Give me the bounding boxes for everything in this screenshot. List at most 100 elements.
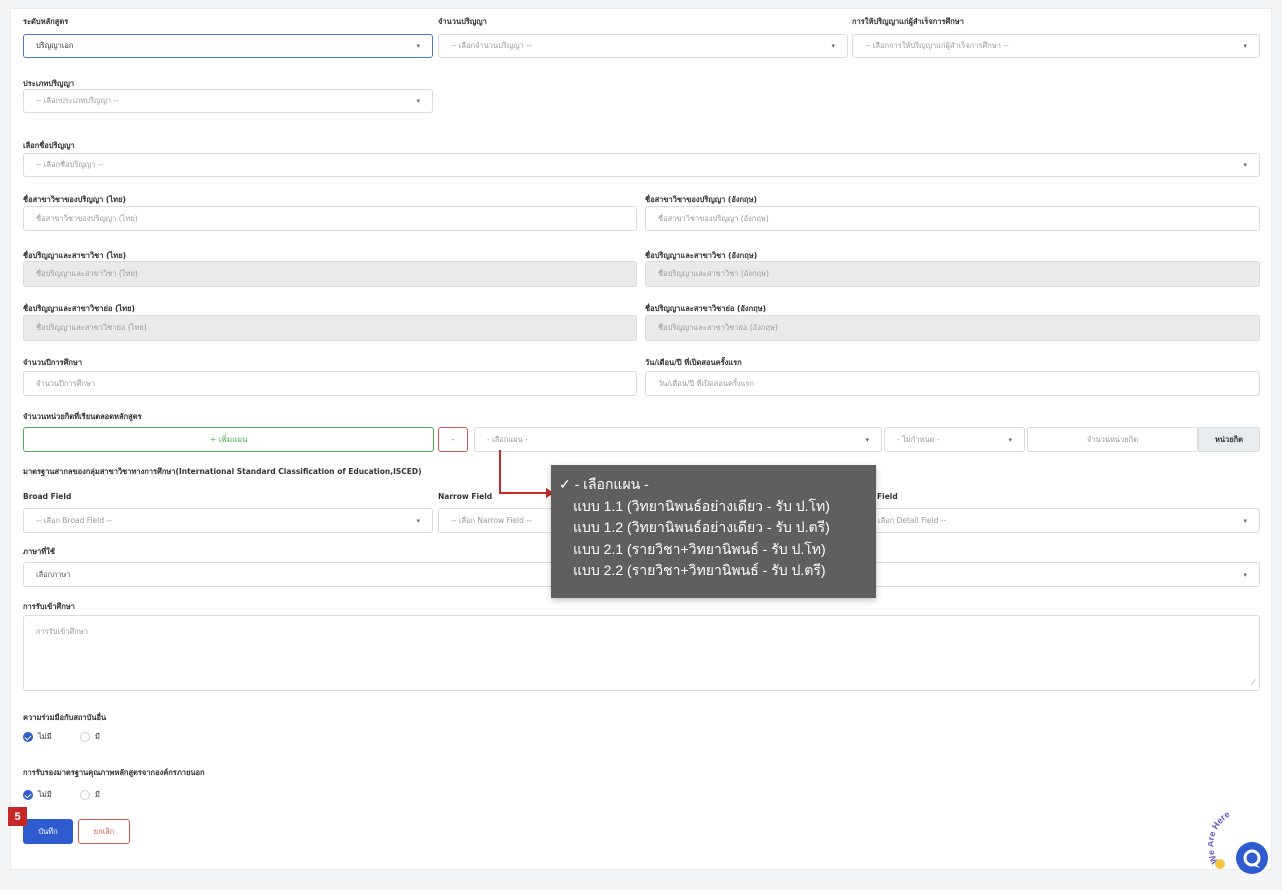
resize-handle-icon[interactable]: ⟋: [1250, 678, 1256, 688]
degree-name-select[interactable]: -- เลือกชื่อปริญญา -- ▾: [23, 153, 1260, 177]
degree-type-placeholder: -- เลือกประเภทปริญญา --: [36, 96, 119, 105]
chevron-down-icon: ▾: [1008, 435, 1012, 444]
course-level-value: ปริญญาเอก: [36, 41, 74, 50]
language-value: เลือกภาษา: [36, 569, 71, 579]
major-en-input[interactable]: ชื่อสาขาวิชาของปริญญา (อังกฤษ): [645, 206, 1260, 231]
chevron-down-icon: ▾: [416, 516, 420, 525]
credit-unit-addon: หน่วยกิต: [1198, 427, 1260, 452]
degree-award-select[interactable]: -- เลือกการให้ปริญญาแก่ผู้สำเร็จการศึกษา…: [852, 34, 1260, 58]
annotation-arrow: [499, 450, 554, 498]
step-badge: 5: [8, 807, 27, 826]
annotation-arrow-line: [499, 450, 546, 494]
degree-abbr-th-input: ชื่อปริญญาและสาขาวิชาย่อ (ไทย): [23, 315, 637, 341]
degree-major-th-input: ชื่อปริญญาและสาขาวิชา (ไทย): [23, 261, 637, 287]
specialization-placeholder: - ไม่กำหนด -: [897, 434, 940, 444]
degree-count-placeholder: -- เลือกจำนวนปริญญา --: [451, 41, 532, 50]
degree-major-en-input: ชื่อปริญญาและสาขาวิชา (อังกฤษ): [645, 261, 1260, 287]
admission-label: การรับเข้าศึกษา: [23, 602, 75, 611]
certification-option-no[interactable]: ไม่มี: [23, 789, 52, 801]
chevron-down-icon: ▾: [416, 42, 420, 50]
chevron-down-icon: ▾: [1243, 570, 1247, 579]
course-level-label: ระดับหลักสูตร: [23, 17, 69, 26]
major-th-input[interactable]: ชื่อสาขาวิชาของปริญญา (ไทย): [23, 206, 637, 231]
chevron-down-icon: ▾: [865, 435, 869, 444]
credits-placeholder: จำนวนหน่วยกิต: [1086, 434, 1139, 444]
plan-option[interactable]: แบบ 2.2 (รายวิชา+วิทยานิพนธ์ - รับ ป.ตรี…: [551, 560, 876, 582]
chevron-down-icon: ▾: [1243, 42, 1247, 50]
cooperation-yes-label: มี: [95, 732, 100, 741]
cancel-button[interactable]: ยกเลิก: [78, 819, 130, 844]
plan-option[interactable]: แบบ 1.2 (วิทยานิพนธ์อย่างเดียว - รับ ป.ต…: [551, 517, 876, 539]
chevron-down-icon: ▾: [1243, 161, 1247, 169]
cooperation-label: ความร่วมมือกับสถาบันอื่น: [23, 713, 107, 722]
degree-major-th-placeholder: ชื่อปริญญาและสาขาวิชา (ไทย): [36, 269, 138, 278]
waving-hand-icon: [1215, 859, 1225, 869]
detail-field-label: Field: [877, 492, 898, 501]
chat-widget-graphic: We Are Here: [1205, 809, 1268, 874]
add-plan-button[interactable]: + เพิ่มแผน: [23, 427, 434, 452]
broad-field-label: Broad Field: [23, 492, 72, 501]
chat-widget[interactable]: We Are Here: [1205, 802, 1278, 882]
save-button[interactable]: บันทึก: [23, 819, 73, 844]
credits-input[interactable]: จำนวนหน่วยกิต: [1027, 427, 1198, 452]
narrow-field-label: Narrow Field: [438, 492, 493, 501]
degree-abbr-th-placeholder: ชื่อปริญญาและสาขาวิชาย่อ (ไทย): [36, 323, 147, 332]
degree-abbr-en-label: ชื่อปริญญาและสาขาวิชาย่อ (อังกฤษ): [645, 304, 767, 313]
plan-placeholder: - เลือกแผน -: [487, 434, 528, 444]
start-date-label: วัน/เดือน/ปี ที่เปิดสอนครั้งแรก: [645, 358, 742, 367]
chat-bubble-icon[interactable]: [1236, 842, 1268, 874]
degree-abbr-th-label: ชื่อปริญญาและสาขาวิชาย่อ (ไทย): [23, 304, 135, 313]
chevron-down-icon: ▾: [1243, 516, 1247, 525]
chevron-down-icon: ▾: [416, 97, 420, 105]
detail-field-placeholder: เลือก Detail Field --: [878, 515, 947, 525]
cooperation-option-yes[interactable]: มี: [80, 731, 100, 743]
chevron-down-icon: ▾: [831, 42, 835, 50]
major-th-label: ชื่อสาขาวิชาของปริญญา (ไทย): [23, 195, 126, 204]
study-years-input[interactable]: จำนวนปีการศึกษา: [23, 371, 637, 396]
degree-name-label: เลือกชื่อปริญญา: [23, 141, 75, 150]
plan-option[interactable]: แบบ 2.1 (รายวิชา+วิทยานิพนธ์ - รับ ป.โท): [551, 539, 876, 561]
degree-award-label: การให้ปริญญาแก่ผู้สำเร็จการศึกษา: [852, 17, 964, 26]
remove-plan-button[interactable]: -: [438, 427, 468, 452]
study-years-placeholder: จำนวนปีการศึกษา: [36, 378, 96, 388]
start-date-placeholder: วัน/เดือน/ปี ที่เปิดสอนครั้งแรก: [658, 378, 755, 388]
certification-yes-label: มี: [95, 790, 100, 799]
plan-option[interactable]: แบบ 1.1 (วิทยานิพนธ์อย่างเดียว - รับ ป.โ…: [551, 496, 876, 518]
specialization-select[interactable]: - ไม่กำหนด - ▾: [884, 427, 1025, 452]
broad-field-select[interactable]: -- เลือก Broad Field -- ▾: [23, 508, 433, 533]
degree-abbr-en-placeholder: ชื่อปริญญาและสาขาวิชาย่อ (อังกฤษ): [658, 323, 778, 332]
degree-count-select[interactable]: -- เลือกจำนวนปริญญา -- ▾: [438, 34, 848, 58]
certification-no-label: ไม่มี: [38, 790, 52, 799]
degree-count-label: จำนวนปริญญา: [438, 17, 487, 26]
credits-label: จำนวนหน่วยกิตที่เรียนตลอดหลักสูตร: [23, 412, 142, 421]
certification-label: การรับรองมาตรฐานคุณภาพหลักสูตรจากองค์กรภ…: [23, 768, 205, 777]
plan-option[interactable]: ✓ - เลือกแผน -: [551, 474, 876, 496]
degree-major-en-placeholder: ชื่อปริญญาและสาขาวิชา (อังกฤษ): [658, 269, 769, 278]
cooperation-no-label: ไม่มี: [38, 732, 52, 741]
plan-select[interactable]: - เลือกแผน - ▾: [474, 427, 882, 452]
major-en-label: ชื่อสาขาวิชาของปริญญา (อังกฤษ): [645, 195, 757, 204]
major-en-placeholder: ชื่อสาขาวิชาของปริญญา (อังกฤษ): [658, 213, 769, 223]
study-years-label: จำนวนปีการศึกษา: [23, 358, 83, 367]
language-label: ภาษาที่ใช้: [23, 547, 56, 556]
degree-abbr-en-input: ชื่อปริญญาและสาขาวิชาย่อ (อังกฤษ): [645, 315, 1260, 341]
admission-textarea[interactable]: การรับเข้าศึกษา ⟋: [23, 615, 1260, 691]
degree-award-placeholder: -- เลือกการให้ปริญญาแก่ผู้สำเร็จการศึกษา…: [865, 41, 1009, 50]
radio-unchecked-icon[interactable]: [80, 790, 90, 800]
plan-dropdown-menu[interactable]: ✓ - เลือกแผน - แบบ 1.1 (วิทยานิพนธ์อย่าง…: [551, 465, 876, 598]
narrow-field-placeholder: -- เลือก Narrow Field --: [451, 515, 532, 525]
course-level-select[interactable]: ปริญญาเอก ▾: [23, 34, 433, 58]
degree-type-select[interactable]: -- เลือกประเภทปริญญา -- ▾: [23, 89, 433, 113]
cooperation-option-no[interactable]: ไม่มี: [23, 731, 52, 743]
radio-unchecked-icon[interactable]: [80, 732, 90, 742]
certification-option-yes[interactable]: มี: [80, 789, 100, 801]
major-th-placeholder: ชื่อสาขาวิชาของปริญญา (ไทย): [36, 213, 138, 223]
broad-field-placeholder: -- เลือก Broad Field --: [36, 515, 112, 525]
radio-checked-icon[interactable]: [23, 732, 33, 742]
detail-field-select[interactable]: เลือก Detail Field -- ▾: [852, 508, 1260, 533]
start-date-input[interactable]: วัน/เดือน/ปี ที่เปิดสอนครั้งแรก: [645, 371, 1260, 396]
radio-checked-icon[interactable]: [23, 790, 33, 800]
degree-name-placeholder: -- เลือกชื่อปริญญา --: [36, 160, 104, 169]
admission-placeholder: การรับเข้าศึกษา: [36, 627, 88, 636]
isced-label: มาตรฐานสากลของกลุ่มสาขาวิชาทางการศึกษา(I…: [23, 467, 422, 476]
